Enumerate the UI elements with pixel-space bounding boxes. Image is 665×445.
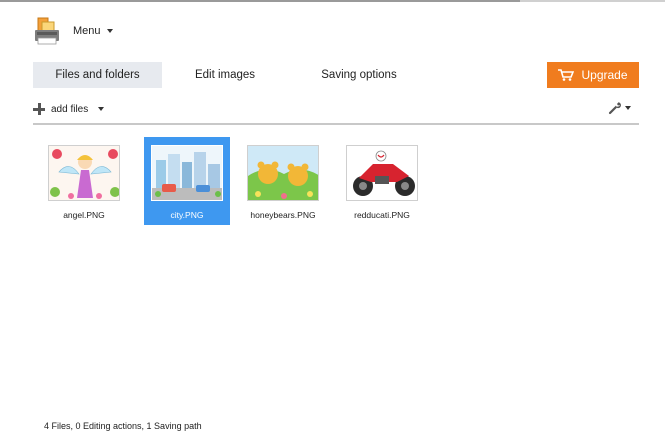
progress-line	[0, 0, 520, 2]
app-bar: Menu	[33, 14, 113, 48]
file-name: angel.PNG	[63, 210, 105, 220]
file-thumbnail	[346, 145, 418, 201]
add-files-button[interactable]: add files	[33, 103, 105, 115]
tab-saving-options[interactable]: Saving options	[300, 62, 418, 88]
add-files-label: add files	[51, 103, 89, 115]
menu-button[interactable]: Menu	[73, 25, 113, 37]
tab-bar: Files and folders Edit images Saving opt…	[33, 62, 418, 88]
menu-label: Menu	[73, 25, 101, 37]
status-bar: 4 Files, 0 Editing actions, 1 Saving pat…	[44, 421, 202, 431]
file-item-redducati[interactable]: redducati.PNG	[339, 137, 425, 225]
tools-menu-button[interactable]	[608, 101, 631, 115]
tab-label: Files and folders	[55, 69, 140, 81]
wrench-icon	[608, 102, 621, 115]
chevron-down-icon	[106, 29, 113, 33]
file-thumbnail	[48, 145, 120, 201]
tab-label: Edit images	[194, 69, 256, 81]
upgrade-button[interactable]: Upgrade	[547, 62, 639, 88]
file-thumbnail	[151, 145, 223, 201]
file-thumbnail	[247, 145, 319, 201]
file-toolbar: add files	[33, 100, 639, 118]
upgrade-label: Upgrade	[581, 68, 628, 82]
tab-files-and-folders[interactable]: Files and folders	[33, 62, 162, 88]
file-name: redducati.PNG	[354, 210, 410, 220]
file-name: city.PNG	[170, 210, 204, 220]
file-item-angel[interactable]: angel.PNG	[41, 137, 127, 225]
chevron-down-icon	[625, 106, 631, 110]
tab-edit-images[interactable]: Edit images	[175, 62, 275, 88]
tab-label: Saving options	[321, 69, 397, 81]
plus-icon	[33, 103, 45, 115]
app-logo-icon	[33, 16, 61, 46]
file-item-honeybears[interactable]: honeybears.PNG	[240, 137, 326, 225]
chevron-down-icon[interactable]	[98, 107, 105, 111]
cart-icon	[558, 69, 575, 81]
window-top-border	[0, 0, 665, 2]
file-name: honeybears.PNG	[250, 210, 316, 220]
toolbar-divider	[33, 123, 639, 125]
file-item-city[interactable]: city.PNG	[144, 137, 230, 225]
